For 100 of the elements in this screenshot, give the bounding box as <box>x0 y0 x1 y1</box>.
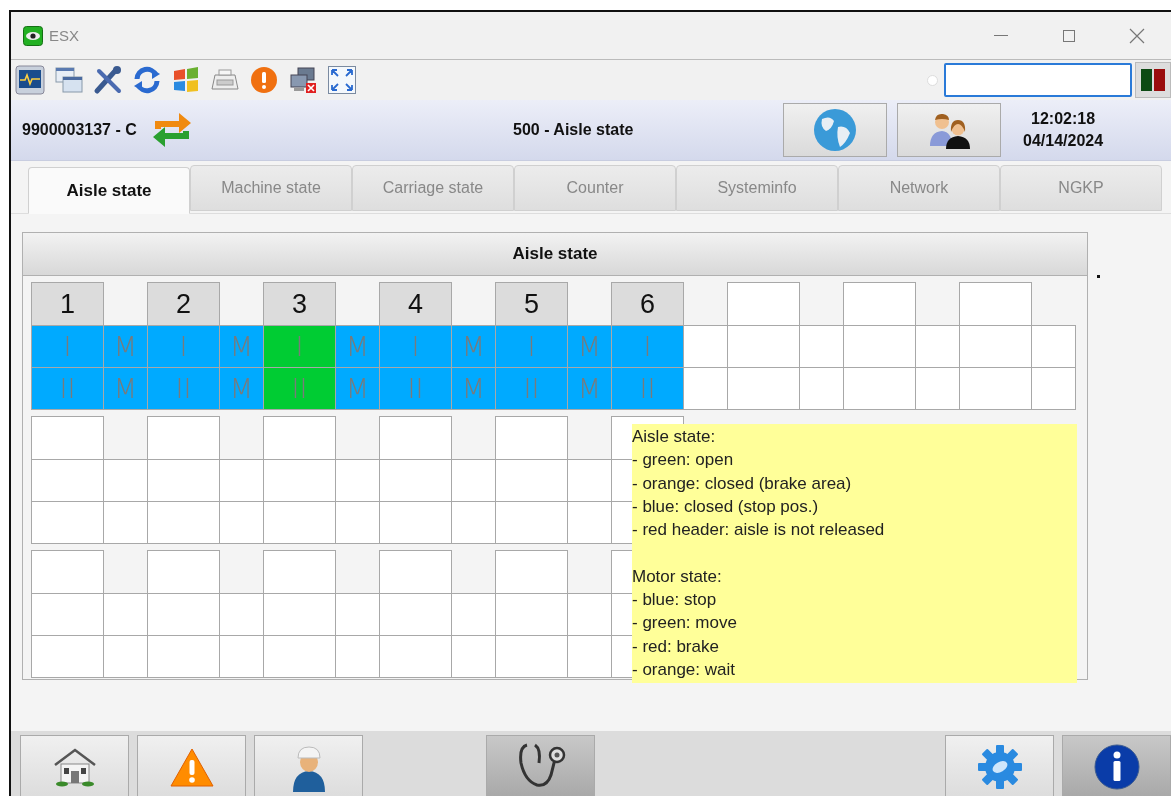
track-cell: I <box>379 325 452 368</box>
grid-cell <box>567 459 612 502</box>
aisle-number: 3 <box>263 282 336 326</box>
grid-cell <box>103 593 148 636</box>
tab[interactable]: NGKP <box>1000 165 1162 211</box>
track-cell: II <box>611 367 684 410</box>
grid-cell <box>1031 325 1076 368</box>
screen-title: 500 - Aisle state <box>513 121 635 139</box>
settings-button[interactable] <box>945 735 1054 796</box>
track-cell: II <box>31 367 104 410</box>
tooltip-line: - green: move <box>632 612 738 635</box>
grid-cell <box>103 459 148 502</box>
motor-cell: M <box>567 325 612 368</box>
maximize-icon <box>1062 28 1076 43</box>
motor-cell: M <box>103 367 148 410</box>
tab[interactable]: Machine state <box>190 165 352 211</box>
track-cell: I <box>147 325 220 368</box>
grid-cell <box>683 325 728 368</box>
motor-cell: M <box>219 367 264 410</box>
tooltip-line: - orange: closed (brake area) <box>632 472 853 495</box>
machine-id: 9900003137 - C <box>22 121 137 139</box>
alert-icon[interactable] <box>249 65 279 95</box>
tooltip-heading: Motor state: <box>632 565 723 588</box>
tooltip-line: - red: brake <box>632 635 720 658</box>
track-cell: I <box>31 325 104 368</box>
input-field[interactable] <box>944 63 1132 97</box>
window-title: ESX <box>49 27 79 44</box>
panel-title: Aisle state <box>512 244 598 264</box>
grid-cell <box>451 459 496 502</box>
tooltip-line: - green: open <box>632 449 735 472</box>
globe-button[interactable] <box>783 103 887 157</box>
motor-cell: M <box>567 367 612 410</box>
clock-time: 12:02:18 <box>1031 109 1096 129</box>
track-cell: I <box>263 325 336 368</box>
grid-cell <box>683 367 728 410</box>
globe-icon <box>812 107 858 153</box>
info-button[interactable] <box>1062 735 1171 796</box>
grid-cell <box>335 593 380 636</box>
four-square-icon[interactable] <box>171 65 201 95</box>
tooltip-line: - orange: wait <box>632 658 736 681</box>
tooltip-line: - blue: closed (stop pos.) <box>632 495 820 518</box>
tooltip-line: - red header: aisle is not released <box>632 519 886 542</box>
worker-button[interactable] <box>254 735 363 796</box>
track-cell: II <box>495 367 568 410</box>
eye-icon <box>23 25 43 46</box>
track-cell: II <box>379 367 452 410</box>
tab[interactable]: Aisle state <box>28 167 190 214</box>
grid-cell <box>219 593 264 636</box>
grid-cell <box>567 593 612 636</box>
motor-cell: M <box>103 325 148 368</box>
grid-cell <box>103 501 148 544</box>
grid-cell <box>915 325 960 368</box>
refresh-icon[interactable] <box>132 65 162 95</box>
aisle-number: 6 <box>611 282 684 326</box>
tab[interactable]: Network <box>838 165 1000 211</box>
clock-date: 04/14/2024 <box>1023 131 1104 151</box>
grid-cell <box>799 367 844 410</box>
aisle-number: 5 <box>495 282 568 326</box>
motor-cell: M <box>451 325 496 368</box>
grid-cell <box>799 325 844 368</box>
tooltip-line: - blue: stop <box>632 589 718 612</box>
motor-cell: M <box>335 325 380 368</box>
tab[interactable]: Carriage state <box>352 165 514 211</box>
aisle-number: 4 <box>379 282 452 326</box>
motor-cell: M <box>219 325 264 368</box>
track-cell: I <box>611 325 684 368</box>
grid-cell <box>451 501 496 544</box>
grid-cell <box>915 367 960 410</box>
status-dot-icon <box>927 74 938 86</box>
track-cell: II <box>263 367 336 410</box>
monitor-icon[interactable] <box>15 65 45 95</box>
users-button[interactable] <box>897 103 1001 157</box>
windows-icon[interactable] <box>54 65 84 95</box>
gear-icon <box>976 744 1023 790</box>
tab[interactable]: Systeminfo <box>676 165 838 211</box>
grid-cell <box>567 501 612 544</box>
grid-cell <box>335 459 380 502</box>
grid-cell <box>219 459 264 502</box>
grid-cell <box>451 593 496 636</box>
minimize-icon <box>994 35 1008 36</box>
home-button[interactable] <box>20 735 129 796</box>
motor-cell: M <box>335 367 380 410</box>
motor-cell: M <box>451 367 496 410</box>
dot-mark <box>1097 275 1100 278</box>
stethoscope-button[interactable] <box>486 735 595 796</box>
computers-icon[interactable] <box>288 65 318 95</box>
tools-icon[interactable] <box>93 65 123 95</box>
warning-icon <box>168 746 215 788</box>
aisle-number: 1 <box>31 282 104 326</box>
grid-cell <box>335 501 380 544</box>
grid-cell <box>1031 367 1076 410</box>
tab[interactable]: Counter <box>514 165 676 211</box>
grid-cell <box>219 501 264 544</box>
aisle-number: 2 <box>147 282 220 326</box>
track-cell: I <box>495 325 568 368</box>
tooltip-heading: Aisle state: <box>632 426 717 448</box>
track-cell: II <box>147 367 220 410</box>
info-icon <box>1092 743 1141 791</box>
fullscreen-icon[interactable] <box>327 65 357 95</box>
close-icon <box>1129 27 1145 44</box>
